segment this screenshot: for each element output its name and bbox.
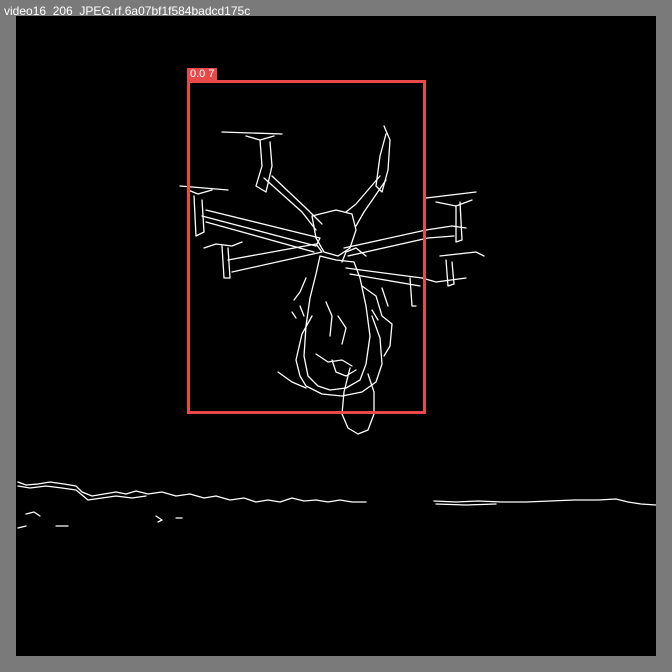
horizon-edge <box>17 481 367 503</box>
detection-confidence-label: 0.0 7 <box>187 68 218 81</box>
image-canvas: 0.0 7 <box>16 16 656 656</box>
detection-bounding-box <box>187 80 426 414</box>
horizon-edge-right <box>433 498 656 506</box>
